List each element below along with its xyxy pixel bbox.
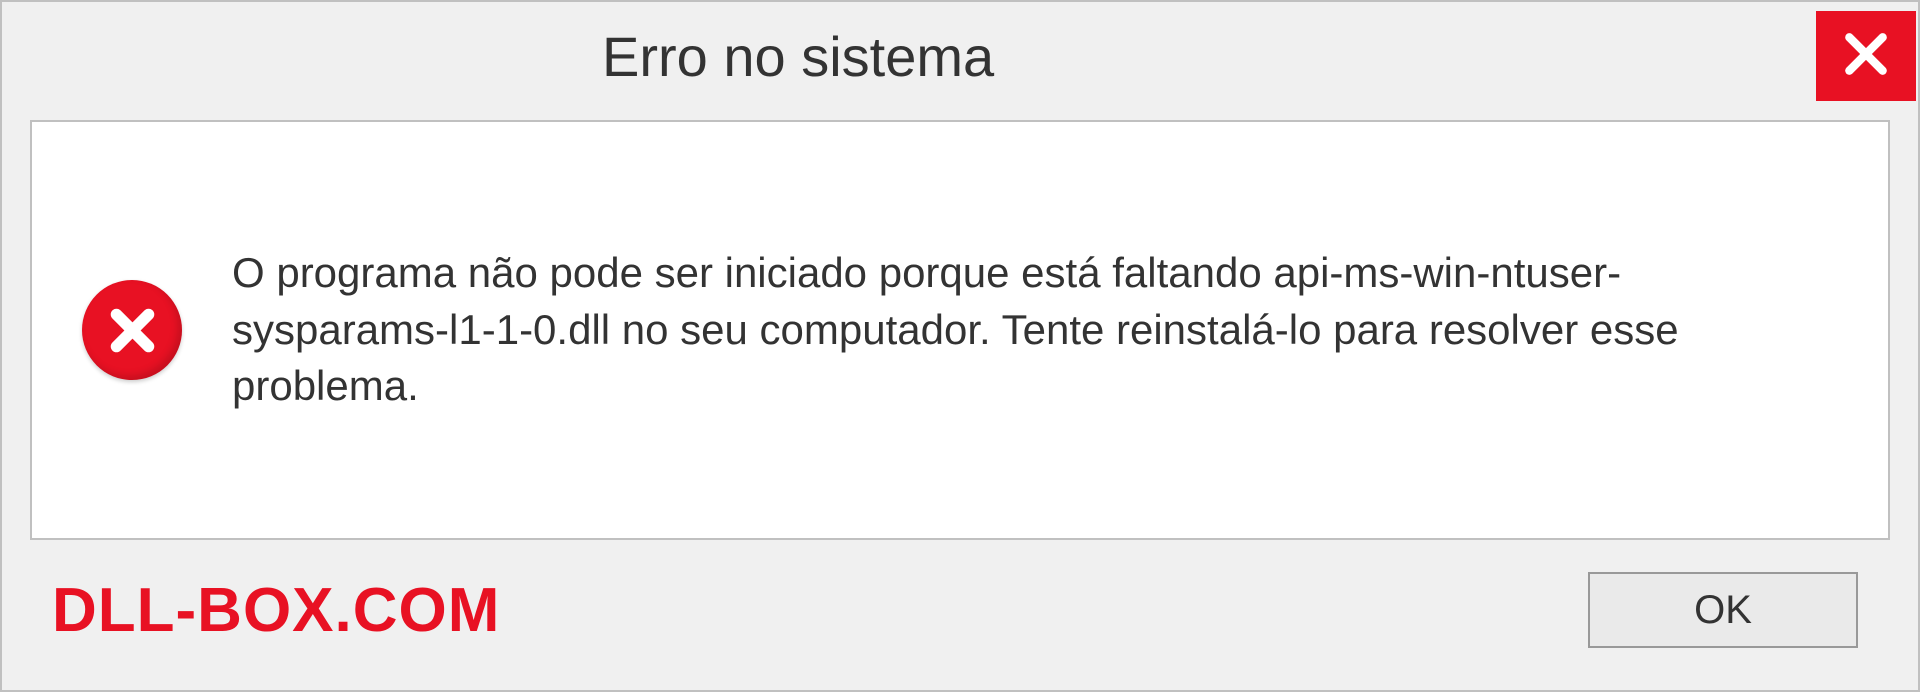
- error-dialog: Erro no sistema O programa não pode ser …: [0, 0, 1920, 692]
- content-area: O programa não pode ser iniciado porque …: [30, 120, 1890, 540]
- error-icon: [82, 280, 182, 380]
- ok-button-label: OK: [1694, 588, 1752, 633]
- dialog-title: Erro no sistema: [602, 24, 994, 89]
- ok-button[interactable]: OK: [1588, 572, 1858, 648]
- close-icon: [1841, 29, 1891, 84]
- watermark-text: DLL-BOX.COM: [52, 575, 500, 646]
- error-message: O programa não pode ser iniciado porque …: [232, 245, 1838, 415]
- footer: DLL-BOX.COM OK: [2, 550, 1918, 690]
- close-button[interactable]: [1816, 11, 1916, 101]
- titlebar: Erro no sistema: [2, 2, 1918, 110]
